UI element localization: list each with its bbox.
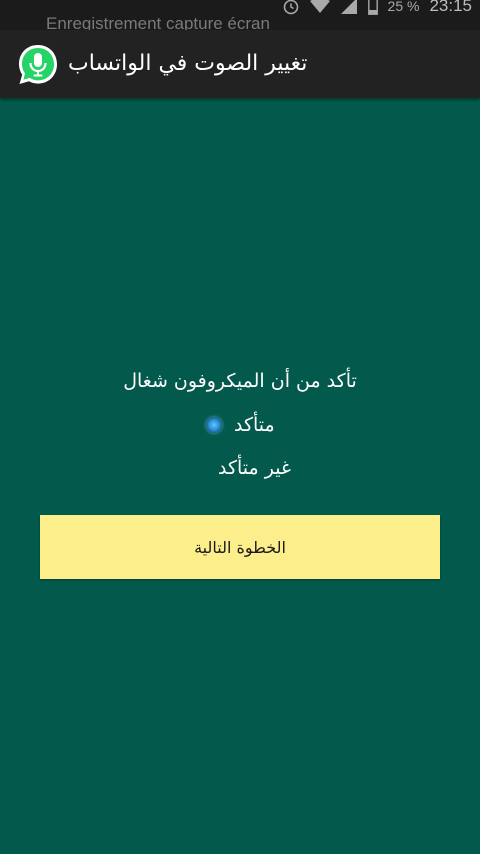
whatsapp-mic-icon (19, 45, 57, 84)
battery-level: 25 % (387, 0, 420, 14)
clock: 23:15 (429, 0, 472, 15)
next-step-button[interactable]: الخطوة التالية (40, 515, 440, 579)
question-label: تأكد من أن الميكروفون شغال (123, 370, 357, 392)
app-bar: تغيير الصوت في الواتساب (0, 30, 480, 98)
option-unsure[interactable]: غير متأكد (218, 453, 291, 483)
signal-icon (340, 0, 357, 14)
option-sure[interactable]: متأكد (206, 410, 275, 440)
status-bar: Enregistrement capture écran 25 % 23:15 (0, 0, 480, 30)
status-icons: 25 % 23:15 (282, 0, 472, 18)
wifi-icon (309, 0, 330, 13)
notification-text: Enregistrement capture écran (46, 14, 270, 30)
option-sure-label: متأكد (234, 414, 275, 436)
radio-selected-icon[interactable] (206, 417, 222, 433)
option-unsure-label: غير متأكد (218, 457, 291, 479)
alarm-icon (283, 0, 298, 15)
battery-icon (367, 0, 378, 15)
app-title: تغيير الصوت في الواتساب (68, 51, 308, 76)
